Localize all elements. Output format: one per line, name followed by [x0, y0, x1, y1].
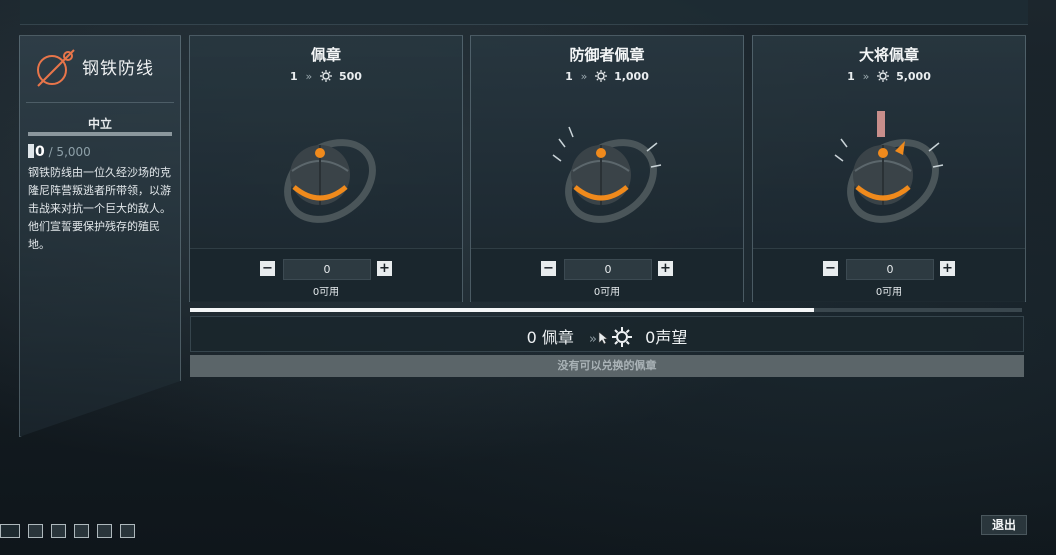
quantity-controls: − 0 + 0可用: [753, 248, 1025, 302]
rank-title: 中立: [87, 117, 112, 131]
medallion-card: 大将佩章 1 » 5,000 − 0 + 0可用: [752, 35, 1026, 302]
quantity-input[interactable]: 0: [846, 259, 934, 280]
medallion-name: 大将佩章: [858, 46, 919, 64]
summary-standing: 0声望: [645, 328, 688, 347]
available-count: 0可用: [875, 287, 903, 298]
squad-icon[interactable]: [51, 524, 66, 538]
standing-marker-icon: [28, 144, 34, 158]
chat-icon[interactable]: [0, 524, 20, 538]
summary-medal-label: 佩章: [541, 328, 574, 347]
divider: [26, 102, 174, 103]
medallion-name: 防御者佩章: [569, 46, 645, 64]
quantity-input[interactable]: 0: [283, 259, 371, 280]
medallion-name: 佩章: [310, 46, 341, 64]
quantity-controls: − 0 + 0可用: [190, 248, 462, 302]
top-strip: [20, 0, 1028, 25]
medallion-standing: 5,000: [896, 70, 931, 83]
exchange-button[interactable]: 没有可以兑换的佩章: [190, 355, 1024, 377]
medallion-cost: 1 » 1,000: [471, 70, 743, 83]
increase-button[interactable]: +: [658, 261, 673, 276]
double-chevron-icon: »: [589, 332, 597, 347]
standing-gear-icon: [320, 70, 333, 82]
available-count: 0可用: [312, 287, 340, 298]
standing-max: / 5,000: [48, 145, 91, 159]
inventory-icon[interactable]: [28, 524, 43, 538]
menu-icon[interactable]: [97, 524, 112, 538]
medallion-icon: [834, 111, 944, 223]
medallion-qty: 1: [565, 70, 573, 83]
codex-icon[interactable]: [120, 524, 135, 538]
standing-readout: 0 / 5,000: [28, 144, 91, 160]
double-chevron-icon: »: [862, 70, 870, 83]
quantity-input[interactable]: 0: [564, 259, 652, 280]
standing-gear-icon: [612, 327, 633, 347]
medallion-standing: 1,000: [614, 70, 649, 83]
standing-gear-icon: [877, 70, 890, 82]
syndicate-name: 钢铁防线: [82, 59, 154, 79]
scroll-progress-fill: [190, 308, 814, 312]
standing-gear-icon: [595, 70, 608, 82]
medallion-cost: 1 » 5,000: [753, 70, 1025, 83]
steel-meridian-emblem-icon: [37, 49, 75, 87]
decrease-button[interactable]: −: [260, 261, 275, 276]
rank-bar: [28, 132, 172, 136]
medallion-card: 佩章 1 » 500 − 0 + 0可用: [189, 35, 463, 302]
medallion-cost: 1 » 500: [190, 70, 462, 83]
medallion-qty: 1: [290, 70, 298, 83]
syndicate-info-panel: 钢铁防线 中立 0 / 5,000 钢铁防线由一位久经沙场的克隆尼阵营叛逃者所带…: [19, 35, 181, 437]
syndicate-description: 钢铁防线由一位久经沙场的克隆尼阵营叛逃者所带领，以游击战来对抗一个巨大的敌人。他…: [28, 166, 171, 251]
decrease-button[interactable]: −: [823, 261, 838, 276]
hud-icon-bar: [0, 524, 143, 538]
exit-button[interactable]: 退出: [981, 515, 1027, 535]
double-chevron-icon: »: [305, 70, 313, 83]
mouse-cursor-icon: [598, 331, 608, 345]
decrease-button[interactable]: −: [541, 261, 556, 276]
standing-current: 0: [35, 144, 45, 160]
available-count: 0可用: [593, 287, 621, 298]
increase-button[interactable]: +: [940, 261, 955, 276]
summary-count: 0: [526, 328, 537, 347]
increase-button[interactable]: +: [377, 261, 392, 276]
medallion-standing: 500: [338, 70, 362, 83]
medallion-qty: 1: [847, 70, 855, 83]
medallion-card: 防御者佩章 1 » 1,000 − 0 + 0可用: [470, 35, 744, 302]
map-marker-icon[interactable]: [74, 524, 89, 538]
double-chevron-icon: »: [580, 70, 588, 83]
scroll-progress-bar[interactable]: [190, 308, 1022, 312]
quantity-controls: − 0 + 0可用: [471, 248, 743, 302]
medallion-icon: [284, 139, 376, 223]
medallion-icon: [552, 126, 662, 223]
